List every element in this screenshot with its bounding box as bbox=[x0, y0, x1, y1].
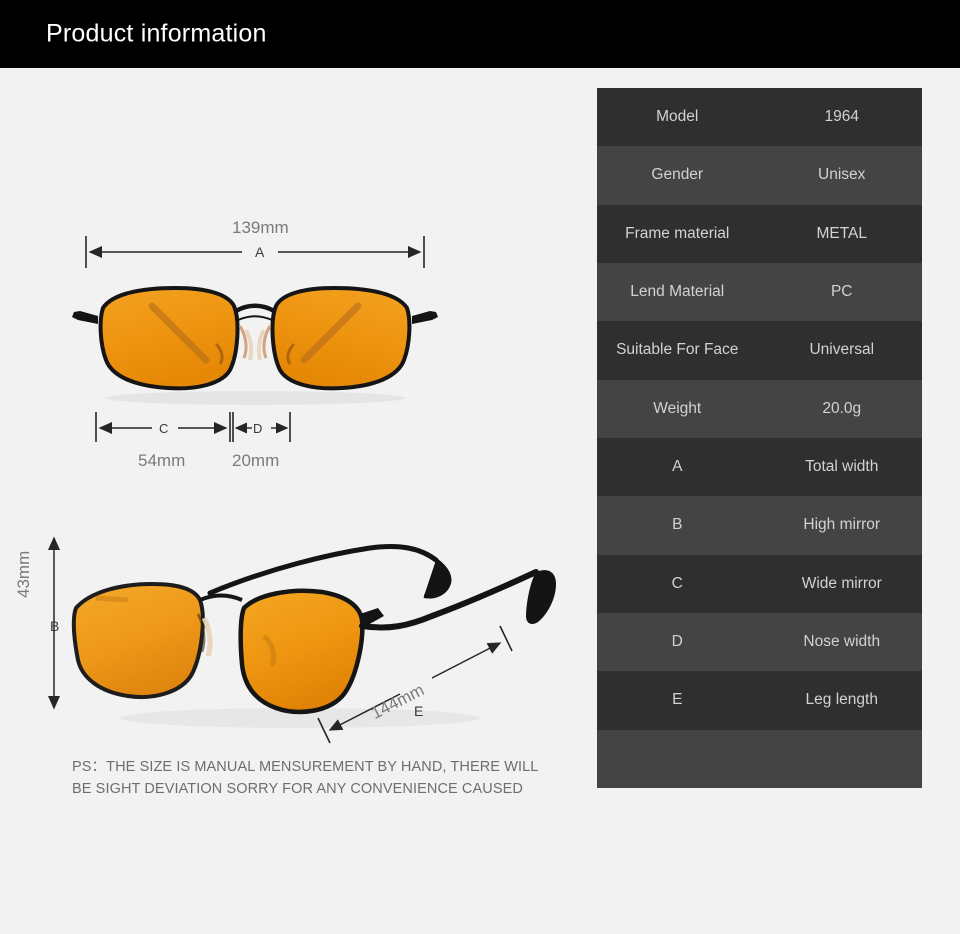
dimension-value-b: 43mm bbox=[14, 550, 33, 598]
specification-table: Model 1964 Gender Unisex Frame material METAL… bbox=[597, 88, 922, 788]
front-view-svg bbox=[72, 236, 438, 442]
page-body: 139mm A 54mm C 20mm D 43mm B 144mm E PS：… bbox=[0, 68, 960, 934]
spec-row: Weight 20.0g bbox=[597, 379, 922, 438]
spec-row: Model 1964 bbox=[597, 88, 922, 147]
right-lens bbox=[270, 285, 412, 391]
dimension-letter-e: E bbox=[414, 703, 424, 719]
dimension-letter-b: B bbox=[50, 618, 60, 634]
sunglasses-front-illustration bbox=[72, 285, 438, 405]
measurement-note: PS：THE SIZE IS MANUAL MENSUREMENT BY HAN… bbox=[72, 756, 542, 800]
spec-row-value: Nose width bbox=[803, 633, 881, 651]
spec-row-label: Lend Material bbox=[630, 283, 725, 301]
spec-row: B High mirror bbox=[597, 496, 922, 555]
measurement-note-line-2: BE SIGHT DEVIATION SORRY FOR ANY CONVENI… bbox=[72, 781, 523, 797]
dimension-value-d: 20mm bbox=[232, 451, 280, 470]
dimension-letter-d: D bbox=[253, 421, 263, 436]
spec-row-label: Gender bbox=[651, 166, 704, 184]
spec-row bbox=[597, 729, 922, 788]
measurement-note-line-1: PS：THE SIZE IS MANUAL MENSUREMENT BY HAN… bbox=[72, 759, 539, 775]
spec-row-value: PC bbox=[830, 283, 853, 301]
spec-row-label: A bbox=[672, 458, 683, 476]
spec-row: Suitable For Face Universal bbox=[597, 321, 922, 380]
dimension-letter-a: A bbox=[255, 244, 265, 260]
dimension-value-c: 54mm bbox=[138, 451, 186, 470]
spec-row-label: B bbox=[672, 516, 683, 534]
side-far-lens bbox=[71, 581, 205, 699]
spec-row-value: Wide mirror bbox=[801, 574, 882, 592]
spec-row-value: Unisex bbox=[818, 166, 866, 184]
side-view-svg bbox=[48, 536, 556, 744]
page-title: Product information bbox=[46, 19, 267, 48]
spec-row: Gender Unisex bbox=[597, 146, 922, 205]
spec-row-label: Frame material bbox=[625, 224, 730, 242]
measurement-diagram: 139mm A 54mm C 20mm D 43mm B 144mm E PS：… bbox=[0, 68, 580, 934]
spec-row-label: E bbox=[672, 691, 683, 709]
spec-row-value: Leg length bbox=[805, 691, 878, 709]
dimension-value-a: 139mm bbox=[232, 218, 289, 237]
spec-row-value: Total width bbox=[805, 458, 879, 476]
spec-row-value: 1964 bbox=[824, 108, 859, 126]
spec-row: E Leg length bbox=[597, 671, 922, 730]
spec-row: C Wide mirror bbox=[597, 554, 922, 613]
spec-row-label: Weight bbox=[653, 399, 702, 417]
spec-row-label: Suitable For Face bbox=[616, 341, 739, 359]
spec-row-label: D bbox=[671, 633, 683, 651]
bridge bbox=[234, 303, 276, 313]
spec-row-label: C bbox=[671, 574, 683, 592]
spec-row: Lend Material PC bbox=[597, 262, 922, 322]
spec-row: D Nose width bbox=[597, 612, 922, 672]
spec-row: A Total width bbox=[597, 437, 922, 497]
spec-row-value: Universal bbox=[809, 341, 875, 359]
sunglasses-side-illustration bbox=[71, 544, 556, 728]
page-header: Product information bbox=[0, 0, 960, 68]
spec-row: Frame material METAL bbox=[597, 204, 922, 263]
spec-row-value: METAL bbox=[816, 224, 868, 242]
dimension-letter-c: C bbox=[159, 421, 169, 436]
dimension-arrow-e-right bbox=[431, 642, 502, 679]
side-near-lens bbox=[238, 588, 365, 715]
spec-row-value: High mirror bbox=[803, 516, 881, 534]
left-lens bbox=[98, 285, 240, 391]
spec-row-value: 20.0g bbox=[822, 399, 862, 417]
spec-row-label: Model bbox=[656, 108, 699, 126]
